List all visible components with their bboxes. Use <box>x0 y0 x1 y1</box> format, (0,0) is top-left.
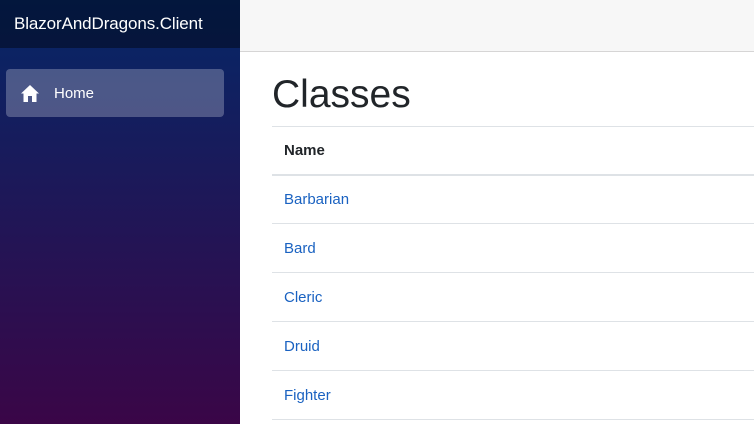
nav-menu: Home <box>0 48 240 117</box>
classes-table: Name Barbarian Bard Cleric Druid Fighter <box>272 126 754 420</box>
top-row <box>240 0 754 52</box>
table-row: Druid <box>272 321 754 371</box>
table-row: Cleric <box>272 272 754 322</box>
table-cell: Bard <box>272 223 754 273</box>
table-row: Fighter <box>272 370 754 420</box>
home-icon <box>20 83 40 103</box>
class-link-bard[interactable]: Bard <box>284 240 316 257</box>
class-link-fighter[interactable]: Fighter <box>284 387 331 404</box>
brand-bar: BlazorAndDragons.Client <box>0 0 240 48</box>
app-root: BlazorAndDragons.Client Home Classes Nam… <box>0 0 754 424</box>
brand-link[interactable]: BlazorAndDragons.Client <box>14 14 203 34</box>
table-cell: Cleric <box>272 272 754 322</box>
column-header-name: Name <box>272 126 754 176</box>
nav-item-home[interactable]: Home <box>6 69 224 117</box>
sidebar: BlazorAndDragons.Client Home <box>0 0 240 424</box>
table-cell: Druid <box>272 321 754 371</box>
table-cell: Fighter <box>272 370 754 420</box>
table-row: Bard <box>272 223 754 273</box>
nav-item-label: Home <box>54 84 95 102</box>
table-header-row: Name <box>272 126 754 176</box>
table-cell: Barbarian <box>272 174 754 224</box>
page-title: Classes <box>272 73 411 116</box>
class-link-barbarian[interactable]: Barbarian <box>284 191 349 208</box>
content: Classes Name Barbarian Bard Cleric Druid… <box>240 52 754 420</box>
class-link-cleric[interactable]: Cleric <box>284 289 322 306</box>
main-area: Classes Name Barbarian Bard Cleric Druid… <box>240 0 754 424</box>
class-link-druid[interactable]: Druid <box>284 338 320 355</box>
table-row: Barbarian <box>272 174 754 224</box>
